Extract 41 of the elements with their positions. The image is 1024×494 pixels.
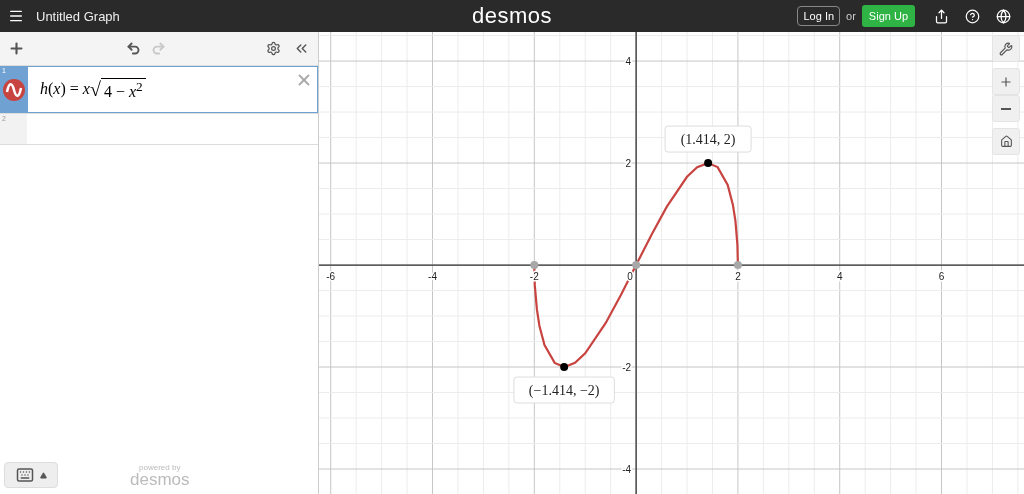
minus-icon — [1001, 107, 1011, 110]
axis-label: -6 — [326, 271, 336, 283]
axis-label: -4 — [428, 271, 437, 283]
wave-icon[interactable] — [2, 78, 25, 101]
axis-label: 2 — [625, 158, 632, 170]
axis-label: 4 — [836, 271, 843, 283]
share-icon[interactable] — [934, 8, 949, 24]
point-marker[interactable] — [733, 261, 742, 270]
point-marker[interactable] — [632, 261, 641, 270]
home-button[interactable] — [992, 128, 1020, 155]
keyboard-button[interactable] — [4, 462, 58, 488]
add-button[interactable] — [8, 40, 25, 57]
point-marker[interactable] — [530, 261, 539, 270]
footer-logo: desmos — [130, 471, 190, 488]
home-icon — [999, 135, 1013, 148]
graph-title[interactable]: Untitled Graph — [36, 8, 120, 24]
login-button[interactable]: Log In — [797, 6, 841, 26]
zoom-out-button[interactable] — [992, 95, 1020, 122]
axis-label: 2 — [735, 271, 741, 283]
axis-label: -4 — [622, 464, 632, 475]
logo: desmos — [472, 3, 552, 29]
settings-button[interactable] — [266, 41, 281, 56]
powered-by-text: powered by — [139, 462, 181, 472]
keyboard-icon — [15, 466, 34, 484]
help-icon[interactable] — [965, 8, 980, 24]
math-expression[interactable]: h(x) = x√4 − x$^{2}$ — [40, 77, 146, 102]
wrench-icon — [999, 41, 1013, 56]
plus-icon — [999, 74, 1013, 89]
axis-label: 6 — [938, 271, 945, 283]
axis-label: 4 — [625, 56, 632, 68]
graph-settings-button[interactable] — [992, 35, 1020, 62]
point-marker[interactable] — [560, 363, 569, 372]
axis-label: -2 — [622, 362, 632, 374]
menu-icon[interactable] — [8, 8, 24, 24]
point-marker[interactable] — [704, 159, 713, 168]
point-label: (−1.414, −2) — [528, 383, 600, 399]
or-text: or — [846, 10, 856, 22]
undo-button[interactable] — [125, 41, 141, 56]
globe-icon[interactable] — [996, 8, 1011, 24]
caret-icon — [39, 471, 47, 479]
point-label: (1.414, 2) — [680, 132, 736, 148]
